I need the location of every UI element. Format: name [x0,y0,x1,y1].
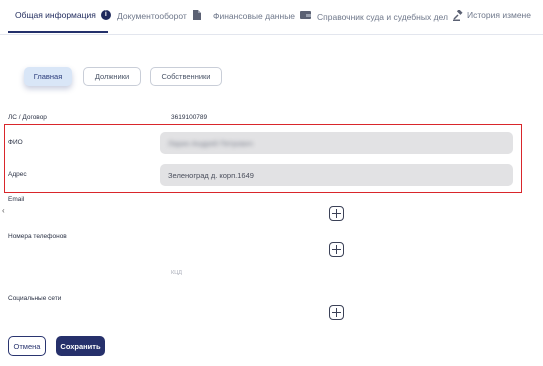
add-phone-button[interactable] [329,242,344,257]
info-icon: i [100,10,111,20]
address-label: Адрес [8,171,27,178]
add-social-button[interactable] [329,305,344,320]
wallet-icon [300,10,312,21]
tab-history-label: История измене [467,10,531,20]
account-value: 3619100789 [171,114,208,121]
active-tab-indicator [8,31,108,33]
address-value: Зеленоград д. корп.1649 [168,170,254,180]
cancel-button-label: Отмена [13,341,41,351]
social-label: Социальные сети [8,295,62,302]
tab-bar: Общая информация i Документооборот Финан… [0,0,543,35]
phones-label: Номера телефонов [8,233,67,240]
save-button-label: Сохранить [60,341,101,351]
tab-documents[interactable]: Документооборот [117,10,201,22]
plus-icon [332,245,341,254]
fio-field[interactable]: Ларин Андрей Петрович [160,132,513,154]
tab-finance[interactable]: Финансовые данные [213,10,312,21]
subtab-owners-label: Собственники [161,72,211,81]
document-icon [192,10,201,22]
subtab-main-label: Главная [33,72,63,81]
tab-general-info[interactable]: Общая информация i [15,10,111,20]
subtab-owners[interactable]: Собственники [150,67,222,86]
cancel-button[interactable]: Отмена [8,336,46,356]
tab-history[interactable]: История измене [467,10,531,20]
account-label: ЛС / Договор [8,114,47,121]
resize-handle-icon[interactable]: ‹ [2,206,5,215]
subtab-main[interactable]: Главная [24,67,72,86]
tab-court-reference[interactable]: Справочник суда и судебных дел [317,9,464,23]
gavel-icon [452,9,464,23]
fio-label: ФИО [8,139,23,146]
save-button[interactable]: Сохранить [56,336,105,356]
plus-icon [332,209,341,218]
email-label: Email [8,196,25,203]
add-email-button[interactable] [329,206,344,221]
phones-hint: КЦД [171,270,182,276]
fio-value: Ларин Андрей Петрович [168,138,253,148]
tab-court-reference-label: Справочник суда и судебных дел [317,11,448,22]
plus-icon [332,308,341,317]
subtab-debtors[interactable]: Должники [83,67,141,86]
tab-finance-label: Финансовые данные [213,10,296,21]
tab-general-info-label: Общая информация [15,10,96,20]
address-field[interactable]: Зеленоград д. корп.1649 [160,164,513,186]
tab-documents-label: Документооборот [117,11,187,21]
subtab-debtors-label: Должники [94,72,130,81]
